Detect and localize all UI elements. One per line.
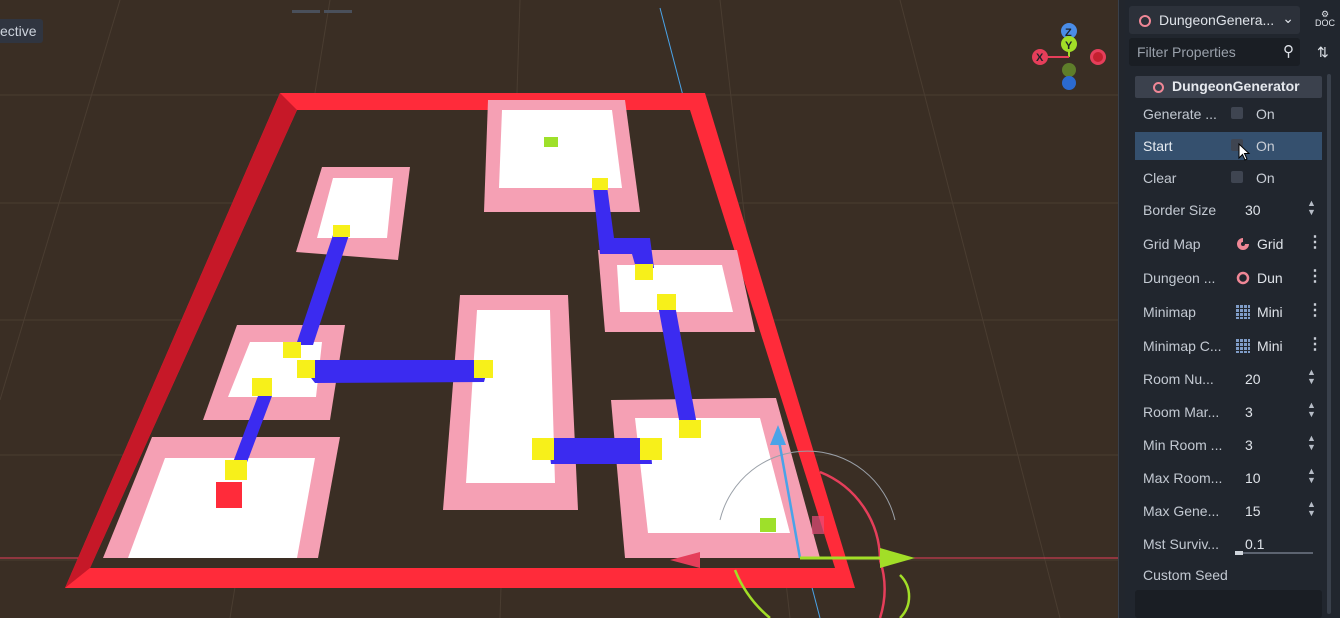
prop-max-room[interactable]: Max Room... 10 ▲ ▼ — [1135, 464, 1322, 492]
prop-min-room[interactable]: Min Room ... 3 ▲ ▼ — [1135, 431, 1322, 459]
search-icon: ⚲ — [1283, 43, 1294, 60]
gizmo-z-label: Z — [1065, 27, 1072, 39]
node-ring-icon — [1236, 271, 1250, 285]
prop-label: Minimap C... — [1143, 338, 1222, 354]
resource-value[interactable]: Grid — [1257, 236, 1283, 252]
tilemap-icon — [1236, 339, 1250, 353]
room — [443, 295, 578, 510]
mouse-cursor-icon — [1238, 143, 1251, 161]
prop-label: Clear — [1143, 170, 1177, 186]
resource-value[interactable]: Dun — [1257, 270, 1283, 286]
custom-seed-input[interactable] — [1135, 590, 1322, 618]
resource-value[interactable]: Mini — [1257, 338, 1283, 354]
spinbox-value[interactable]: 30 — [1245, 202, 1261, 218]
3d-viewport[interactable]: Z Y X ective — [0, 0, 1118, 618]
prop-room-margin[interactable]: Room Mar... 3 ▲ ▼ — [1135, 398, 1322, 426]
dungeon-scene: Z Y X — [0, 0, 1118, 618]
prop-label: Custom Seed — [1143, 567, 1228, 583]
prop-generate[interactable]: Generate ... On — [1135, 100, 1322, 128]
prop-label: Room Mar... — [1143, 404, 1220, 420]
prop-start[interactable]: Start On — [1135, 132, 1322, 160]
prop-label: Mst Surviv... — [1143, 536, 1219, 552]
prop-label: Minimap — [1143, 304, 1196, 320]
spinner-arrows-icon[interactable]: ▲ ▼ — [1307, 500, 1316, 518]
prop-max-generations[interactable]: Max Gene... 15 ▲ ▼ — [1135, 497, 1322, 525]
checkbox[interactable] — [1231, 107, 1243, 119]
spinbox-value[interactable]: 3 — [1245, 437, 1253, 453]
prop-label: Generate ... — [1143, 106, 1217, 122]
prop-minimap[interactable]: Minimap Mini ⋮ — [1135, 298, 1323, 326]
prop-label: Max Gene... — [1143, 503, 1220, 519]
room — [484, 100, 640, 212]
prop-label: Min Room ... — [1143, 437, 1223, 453]
gridmap-icon — [1237, 238, 1249, 250]
property-tools-icon[interactable]: ⇅ — [1317, 44, 1333, 60]
resource-value[interactable]: Mini — [1257, 304, 1283, 320]
kebab-menu-icon[interactable]: ⋮ — [1307, 301, 1323, 321]
spinner-arrows-icon[interactable]: ▲ ▼ — [1307, 401, 1316, 419]
checkbox-label: On — [1256, 170, 1275, 186]
node-selector-name: DungeonGenera... — [1159, 12, 1275, 28]
node-selector[interactable]: DungeonGenera... ⌄ — [1129, 6, 1300, 34]
prop-label: Room Nu... — [1143, 371, 1214, 387]
start-marker — [216, 482, 242, 508]
kebab-menu-icon[interactable]: ⋮ — [1307, 233, 1323, 253]
prop-border-size[interactable]: Border Size 30 ▲ ▼ — [1135, 196, 1322, 224]
gizmo-x-label: X — [1036, 52, 1044, 64]
kebab-menu-icon[interactable]: ⋮ — [1307, 335, 1323, 355]
prop-label: Max Room... — [1143, 470, 1223, 486]
inspector-scrollbar[interactable] — [1327, 74, 1331, 614]
prop-grid-map[interactable]: Grid Map Grid ⋮ — [1135, 230, 1323, 258]
spinner-arrows-icon[interactable]: ▲ ▼ — [1307, 368, 1316, 386]
perspective-menu[interactable]: ective — [0, 19, 43, 43]
prop-clear[interactable]: Clear On — [1135, 164, 1322, 192]
node-ring-icon — [1139, 15, 1151, 27]
spinbox-value[interactable]: 15 — [1245, 503, 1261, 519]
spinbox-value[interactable]: 20 — [1245, 371, 1261, 387]
slider-fill — [1235, 551, 1243, 555]
kebab-menu-icon[interactable]: ⋮ — [1307, 267, 1323, 287]
checkbox-label: On — [1256, 106, 1275, 122]
prop-dungeon[interactable]: Dungeon ... Dun ⋮ — [1135, 264, 1323, 292]
doc-label: DOC — [1315, 18, 1335, 28]
node-ring-icon — [1153, 82, 1164, 93]
spinner-arrows-icon[interactable]: ▲ ▼ — [1307, 199, 1316, 217]
chevron-down-icon: ⌄ — [1282, 10, 1294, 26]
spinner-arrows-icon[interactable]: ▲ ▼ — [1307, 467, 1316, 485]
filter-placeholder: Filter Properties — [1137, 44, 1236, 60]
inspector-panel: DungeonGenera... ⌄ ⚙ DOC Filter Propertie… — [1125, 0, 1340, 618]
tilemap-icon — [1236, 305, 1250, 319]
section-header-dungeongenerator[interactable]: DungeonGenerator — [1135, 76, 1322, 98]
slider-track[interactable] — [1235, 552, 1313, 554]
prop-custom-seed: Custom Seed — [1135, 561, 1322, 589]
slider-value[interactable]: 0.1 — [1245, 536, 1264, 552]
prop-label: Start — [1143, 138, 1173, 154]
checkbox[interactable] — [1231, 171, 1243, 183]
spinner-arrows-icon[interactable]: ▲ ▼ — [1307, 434, 1316, 452]
section-title: DungeonGenerator — [1172, 78, 1300, 94]
filter-properties-input[interactable]: Filter Properties ⚲ — [1129, 38, 1300, 66]
doc-icon[interactable]: ⚙ DOC — [1315, 10, 1335, 30]
prop-label: Border Size — [1143, 202, 1217, 218]
spinbox-value[interactable]: 10 — [1245, 470, 1261, 486]
viewport-top-tabs — [292, 0, 356, 18]
prop-label: Dungeon ... — [1143, 270, 1216, 286]
prop-minimap-c[interactable]: Minimap C... Mini ⋮ — [1135, 332, 1323, 360]
gizmo-y-label: Y — [1065, 40, 1073, 52]
spinbox-value[interactable]: 3 — [1245, 404, 1253, 420]
prop-room-number[interactable]: Room Nu... 20 ▲ ▼ — [1135, 365, 1322, 393]
prop-mst-survival[interactable]: Mst Surviv... 0.1 — [1135, 530, 1322, 558]
prop-label: Grid Map — [1143, 236, 1201, 252]
checkbox-label: On — [1256, 138, 1275, 154]
